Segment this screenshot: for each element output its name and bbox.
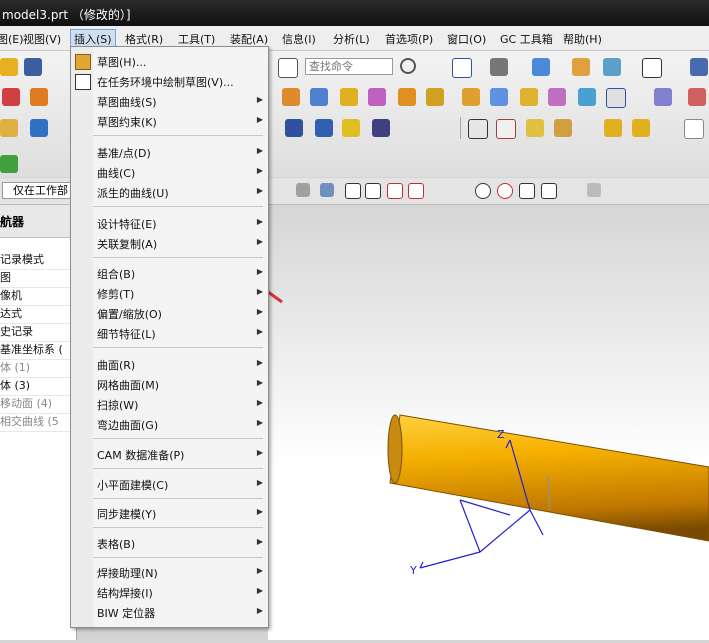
menu-separator xyxy=(93,257,263,258)
menu-item-combine[interactable]: 组合(B) ▶ xyxy=(71,263,268,283)
menu-item-curve[interactable]: 曲线(C) ▶ xyxy=(71,162,268,182)
menu-item-label: 关联复制(A) xyxy=(97,238,158,251)
menu-item-label: 扫掠(W) xyxy=(97,399,139,412)
menu-item-sketch-curve[interactable]: 草图曲线(S) ▶ xyxy=(71,91,268,111)
submenu-arrow-icon: ▶ xyxy=(256,586,263,595)
menu-item-label: 结构焊接(I) xyxy=(97,587,153,600)
menu-separator xyxy=(93,206,263,207)
submenu-arrow-icon: ▶ xyxy=(256,287,263,296)
menu-separator xyxy=(93,438,263,439)
menu-item-synchronous-modeling[interactable]: 同步建模(Y) ▶ xyxy=(71,503,268,523)
menu-item-label: 草图(H)... xyxy=(97,56,147,69)
menu-item-flange-surface[interactable]: 弯边曲面(G) ▶ xyxy=(71,414,268,434)
menu-item-sweep[interactable]: 扫掠(W) ▶ xyxy=(71,394,268,414)
menu-item-label: 基准/点(D) xyxy=(97,147,151,160)
menu-item-label: 派生的曲线(U) xyxy=(97,187,169,200)
menu-item-label: 细节特征(L) xyxy=(97,328,156,341)
menu-item-design-feature[interactable]: 设计特征(E) ▶ xyxy=(71,213,268,233)
menu-item-label: 曲面(R) xyxy=(97,359,136,372)
menu-separator xyxy=(93,135,263,136)
submenu-arrow-icon: ▶ xyxy=(256,378,263,387)
menu-item-trim[interactable]: 修剪(T) ▶ xyxy=(71,283,268,303)
menu-item-label: 同步建模(Y) xyxy=(97,508,157,521)
menu-item-label: 弯边曲面(G) xyxy=(97,419,159,432)
menu-item-mesh-surface[interactable]: 网格曲面(M) ▶ xyxy=(71,374,268,394)
menu-item-surface[interactable]: 曲面(R) ▶ xyxy=(71,354,268,374)
task-sketch-icon xyxy=(75,74,91,90)
submenu-arrow-icon: ▶ xyxy=(256,217,263,226)
menu-item-label: BIW 定位器 xyxy=(97,607,156,620)
submenu-arrow-icon: ▶ xyxy=(256,115,263,124)
menu-separator xyxy=(93,468,263,469)
submenu-arrow-icon: ▶ xyxy=(256,166,263,175)
menu-item-task-sketch[interactable]: 在任务环境中绘制草图(V)... xyxy=(71,71,268,91)
menu-item-structure-weld[interactable]: 结构焊接(I) ▶ xyxy=(71,582,268,602)
menu-item-label: 设计特征(E) xyxy=(97,218,157,231)
submenu-arrow-icon: ▶ xyxy=(256,478,263,487)
menu-item-associative-copy[interactable]: 关联复制(A) ▶ xyxy=(71,233,268,253)
menu-item-sketch-constraint[interactable]: 草图约束(K) ▶ xyxy=(71,111,268,131)
submenu-arrow-icon: ▶ xyxy=(256,606,263,615)
submenu-arrow-icon: ▶ xyxy=(256,507,263,516)
menu-item-weld-assistant[interactable]: 焊接助理(N) ▶ xyxy=(71,562,268,582)
menu-separator xyxy=(93,498,263,499)
menu-separator xyxy=(93,347,263,348)
menu-separator xyxy=(93,557,263,558)
menu-item-label: 小平面建模(C) xyxy=(97,479,169,492)
submenu-arrow-icon: ▶ xyxy=(256,95,263,104)
menu-item-datum-point[interactable]: 基准/点(D) ▶ xyxy=(71,142,268,162)
submenu-arrow-icon: ▶ xyxy=(256,358,263,367)
menu-item-label: 草图曲线(S) xyxy=(97,96,157,109)
sketch-icon xyxy=(75,54,91,70)
menu-item-label: 网格曲面(M) xyxy=(97,379,160,392)
menu-item-label: 表格(B) xyxy=(97,538,136,551)
submenu-arrow-icon: ▶ xyxy=(256,398,263,407)
menu-item-biw-locator[interactable]: BIW 定位器 ▶ xyxy=(71,602,268,622)
menu-item-detail-feature[interactable]: 细节特征(L) ▶ xyxy=(71,323,268,343)
menu-item-derived-curve[interactable]: 派生的曲线(U) ▶ xyxy=(71,182,268,202)
menu-item-offset-scale[interactable]: 偏置/缩放(O) ▶ xyxy=(71,303,268,323)
menu-separator xyxy=(93,527,263,528)
submenu-arrow-icon: ▶ xyxy=(256,418,263,427)
menu-item-label: 曲线(C) xyxy=(97,167,136,180)
menu-item-label: 修剪(T) xyxy=(97,288,135,301)
submenu-arrow-icon: ▶ xyxy=(256,566,263,575)
menu-item-label: 在任务环境中绘制草图(V)... xyxy=(97,76,234,89)
menu-item-label: 偏置/缩放(O) xyxy=(97,308,162,321)
menu-item-sketch[interactable]: 草图(H)... xyxy=(71,51,268,71)
menu-item-label: 组合(B) xyxy=(97,268,136,281)
menu-item-label: 草图约束(K) xyxy=(97,116,157,129)
submenu-arrow-icon: ▶ xyxy=(256,327,263,336)
submenu-arrow-icon: ▶ xyxy=(256,146,263,155)
menu-item-label: 焊接助理(N) xyxy=(97,567,158,580)
menu-item-label: CAM 数据准备(P) xyxy=(97,449,185,462)
menu-item-cam-data-prep[interactable]: CAM 数据准备(P) ▶ xyxy=(71,444,268,464)
submenu-arrow-icon: ▶ xyxy=(256,267,263,276)
submenu-arrow-icon: ▶ xyxy=(256,307,263,316)
submenu-arrow-icon: ▶ xyxy=(256,237,263,246)
submenu-arrow-icon: ▶ xyxy=(256,186,263,195)
menu-item-table[interactable]: 表格(B) ▶ xyxy=(71,533,268,553)
insert-dropdown-menu: 草图(H)... 在任务环境中绘制草图(V)... 草图曲线(S) ▶ 草图约束… xyxy=(70,46,269,628)
menu-item-facet-modeling[interactable]: 小平面建模(C) ▶ xyxy=(71,474,268,494)
submenu-arrow-icon: ▶ xyxy=(256,537,263,546)
submenu-arrow-icon: ▶ xyxy=(256,448,263,457)
